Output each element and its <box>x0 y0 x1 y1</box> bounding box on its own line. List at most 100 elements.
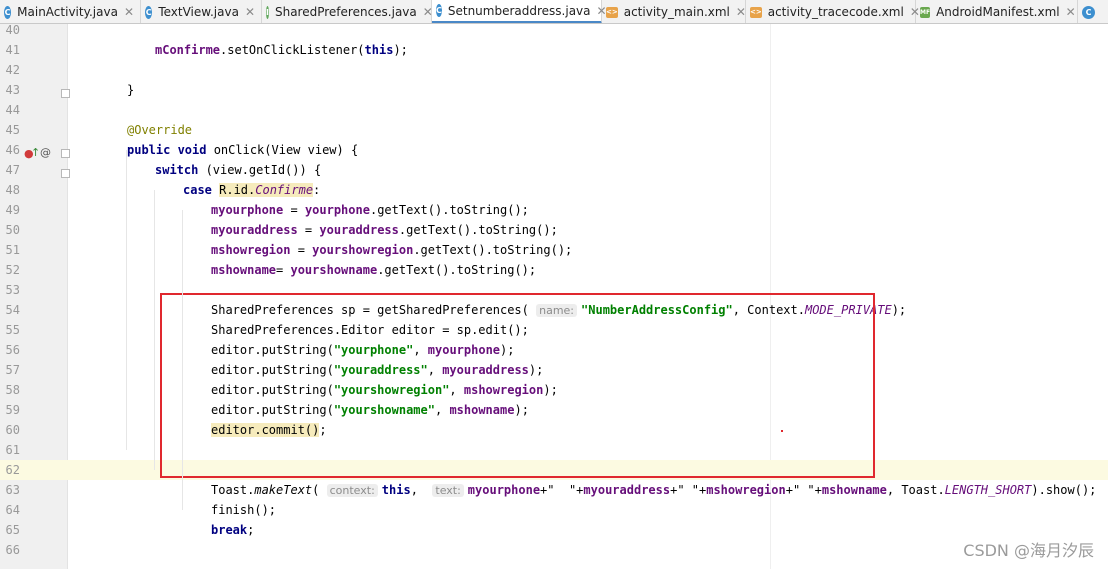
code-token: , Toast. <box>886 483 945 497</box>
code-token: LENGTH_SHORT <box>944 483 1032 497</box>
code-line[interactable]: 45 @Override <box>0 120 1108 140</box>
code-token: youraddress <box>319 223 399 237</box>
tab-label: TextView.java <box>158 5 239 19</box>
java-class-icon: C <box>436 4 442 17</box>
at-sign-icon[interactable]: @ <box>40 146 51 159</box>
close-icon[interactable]: ✕ <box>1066 5 1076 19</box>
close-icon[interactable]: ✕ <box>245 5 255 19</box>
code-text: switch (view.getId()) { <box>155 160 321 180</box>
parameter-hint: context: <box>326 484 378 497</box>
code-token: ( <box>312 483 327 497</box>
code-token: , <box>410 483 433 497</box>
line-number: 62 <box>0 460 20 480</box>
fold-marker-icon[interactable] <box>61 89 70 98</box>
fold-marker-icon[interactable] <box>61 169 70 178</box>
code-line[interactable]: 40 <box>0 20 1108 40</box>
code-line[interactable]: 44 <box>0 100 1108 120</box>
line-number: 60 <box>5 423 20 437</box>
arrow-up-icon[interactable]: ↑ <box>31 146 40 159</box>
code-token: ); <box>393 43 408 57</box>
code-token: Toast. <box>211 483 255 497</box>
code-token: R.id. <box>219 183 256 197</box>
code-token: .getText().toString(); <box>377 263 537 277</box>
code-token: case <box>183 183 220 197</box>
code-token: yourshowname <box>290 263 378 277</box>
code-text: public void onClick(View view) { <box>127 140 358 160</box>
code-token: public void <box>127 143 214 157</box>
code-token: .getText().toString(); <box>398 223 558 237</box>
code-text: } <box>127 80 134 100</box>
code-line[interactable]: 41 mConfirme.setOnClickListener(this); <box>0 40 1108 60</box>
code-token: .setOnClickListener( <box>220 43 365 57</box>
close-icon[interactable]: ✕ <box>124 5 134 19</box>
code-text: case R.id.Confirme: <box>183 180 320 200</box>
close-icon[interactable]: ✕ <box>736 5 746 19</box>
code-token: mshowname <box>821 483 887 497</box>
code-line[interactable]: 52 mshowname= yourshowname.getText().toSt… <box>0 260 1108 280</box>
code-line[interactable]: 65 break; <box>0 520 1108 540</box>
manifest-icon: MF <box>920 6 931 18</box>
indent-guide <box>126 150 127 450</box>
code-token: myourphone <box>467 483 541 497</box>
code-line[interactable]: 46 public void onClick(View view) { <box>0 140 1108 160</box>
tab-label: Setnumberaddress.java <box>447 3 591 18</box>
code-token: ).show(); <box>1031 483 1097 497</box>
line-number: 53 <box>5 283 20 297</box>
code-token: = <box>290 243 313 257</box>
code-text: Toast.makeText( context: this, text: myour… <box>211 480 1096 501</box>
code-token: makeText <box>254 483 313 497</box>
line-number: 57 <box>5 363 20 377</box>
line-number: 64 <box>5 503 20 517</box>
code-token: ); <box>891 303 907 317</box>
line-number: 51 <box>5 243 20 257</box>
code-text: mConfirme.setOnClickListener(this); <box>155 40 408 60</box>
code-token: mshowregion <box>706 483 786 497</box>
code-token: myouraddress <box>583 483 671 497</box>
fold-marker-icon[interactable] <box>61 149 70 158</box>
code-line[interactable]: 43} <box>0 80 1108 100</box>
line-number: 48 <box>5 183 20 197</box>
java-class-icon: C <box>4 5 12 19</box>
code-token: .getText().toString(); <box>413 243 573 257</box>
xml-icon: <> <box>606 6 618 18</box>
tab-label: AndroidManifest.xml <box>936 5 1060 19</box>
line-number: 47 <box>5 163 20 177</box>
code-token: mshowregion <box>211 243 291 257</box>
xml-icon: <> <box>750 6 762 18</box>
code-token: @Override <box>127 123 193 137</box>
code-token: (view.getId()) { <box>205 163 322 177</box>
code-line[interactable]: 49 myourphone = yourphone.getText().toStr… <box>0 200 1108 220</box>
code-line[interactable]: 48 case R.id.Confirme: <box>0 180 1108 200</box>
java-interface-icon: I <box>266 5 269 19</box>
code-token: myouraddress <box>211 223 298 237</box>
code-text: @Override <box>127 120 192 140</box>
line-number: 56 <box>5 343 20 357</box>
code-token: = <box>276 263 291 277</box>
line-number: 45 <box>5 123 20 137</box>
code-line[interactable]: 66 <box>0 540 1108 560</box>
java-class-icon: C <box>1082 5 1095 19</box>
code-token: finish(); <box>211 503 277 517</box>
line-number: 49 <box>5 203 20 217</box>
code-token: .getText().toString(); <box>369 203 529 217</box>
code-line[interactable]: 63 Toast.makeText( context: this, text: myo… <box>0 480 1108 500</box>
line-number: 44 <box>5 103 20 117</box>
line-number: 52 <box>5 263 20 277</box>
code-token: break <box>211 523 248 537</box>
line-number: 55 <box>5 323 20 337</box>
code-line[interactable]: 50 myouraddress = youraddress.getText().t… <box>0 220 1108 240</box>
line-number: 43 <box>5 83 20 97</box>
code-line[interactable]: 47 switch (view.getId()) { <box>0 160 1108 180</box>
code-token: : <box>313 183 321 197</box>
highlight-box <box>160 293 875 478</box>
code-line[interactable]: 51 mshowregion = yourshowregion.getText()… <box>0 240 1108 260</box>
code-text: mshowname= yourshowname.getText().toStri… <box>211 260 536 280</box>
code-line[interactable]: 42 <box>0 60 1108 80</box>
code-line[interactable]: 64 finish(); <box>0 500 1108 520</box>
code-token: myourphone <box>211 203 284 217</box>
line-number: 58 <box>5 383 20 397</box>
code-token: } <box>127 83 135 97</box>
code-token: ; <box>247 523 255 537</box>
code-token: yourshowregion <box>312 243 414 257</box>
code-text: myourphone = yourphone.getText().toStrin… <box>211 200 529 220</box>
